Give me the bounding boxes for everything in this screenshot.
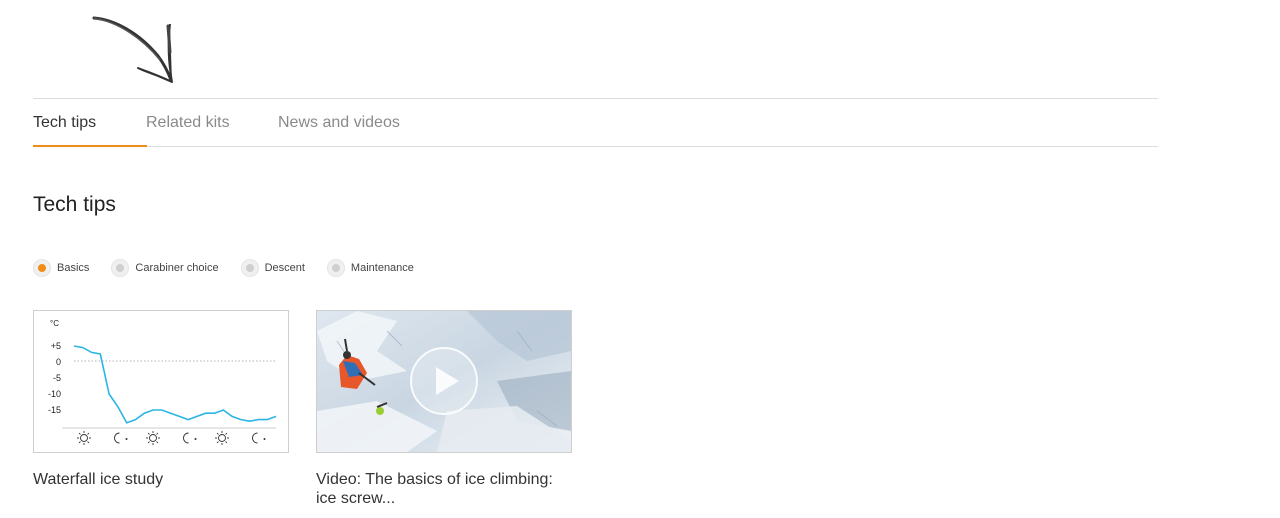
moon-icon [252,432,266,444]
card-caption[interactable]: Video: The basics of ice climbing: ice s… [316,470,572,508]
section-title: Tech tips [33,193,116,216]
card-caption[interactable]: Waterfall ice study [33,470,289,489]
play-button-icon[interactable] [410,347,478,415]
moon-icon [183,432,197,444]
filter-descent[interactable]: Descent [240,259,305,277]
filter-label: Carabiner choice [135,262,219,274]
moon-icon [114,432,128,444]
radio-icon[interactable] [33,259,51,277]
y-tick-label: -15 [48,405,61,415]
temperature-series-line [73,345,277,424]
video-thumbnail[interactable] [316,310,572,453]
tab-bar: Tech tips Related kits News and videos [33,98,1158,147]
tab-news-and-videos[interactable]: News and videos [278,99,400,146]
hand-drawn-arrow-icon [92,16,173,83]
ice-climbing-scene [317,311,571,452]
x-axis-icons [77,431,266,445]
radio-icon[interactable] [111,259,130,277]
filter-label: Maintenance [350,262,414,274]
tab-label: Related kits [146,114,230,131]
sun-icon [146,431,160,445]
filter-carabiner-choice[interactable]: Carabiner choice [111,259,219,277]
temperature-chart: °C +5 0 -5 -10 -15 [48,319,277,445]
card-ice-climbing-video[interactable]: Video: The basics of ice climbing: ice s… [316,310,572,508]
y-axis-label: °C [50,319,59,328]
card-thumbnail[interactable]: °C +5 0 -5 -10 -15 [33,310,289,453]
y-tick-label: -10 [48,389,61,399]
y-tick-label: 0 [56,357,61,367]
filter-label: Basics [57,262,90,274]
active-tab-underline [33,145,147,147]
card-waterfall-ice-study[interactable]: °C +5 0 -5 -10 -15 Waterfall ice study [33,310,289,489]
sun-icon [215,431,229,445]
radio-icon[interactable] [326,259,345,277]
page: Tech tips Related kits News and videos T… [0,0,1280,518]
tab-label: Tech tips [33,114,97,131]
filter-label: Descent [264,262,305,274]
filter-basics[interactable]: Basics [33,259,89,277]
filter-maintenance[interactable]: Maintenance [326,259,414,277]
radio-icon[interactable] [240,259,259,277]
filter-group: Basics Carabiner choice Descent Maintena… [33,257,436,279]
tab-related-kits[interactable]: Related kits [146,99,230,146]
tab-label: News and videos [278,114,400,131]
tab-tech-tips[interactable]: Tech tips [33,99,147,147]
sun-icon [77,431,91,445]
y-tick-label: +5 [51,341,61,351]
y-tick-label: -5 [53,373,61,383]
y-axis-ticks: +5 0 -5 -10 -15 [48,341,61,415]
